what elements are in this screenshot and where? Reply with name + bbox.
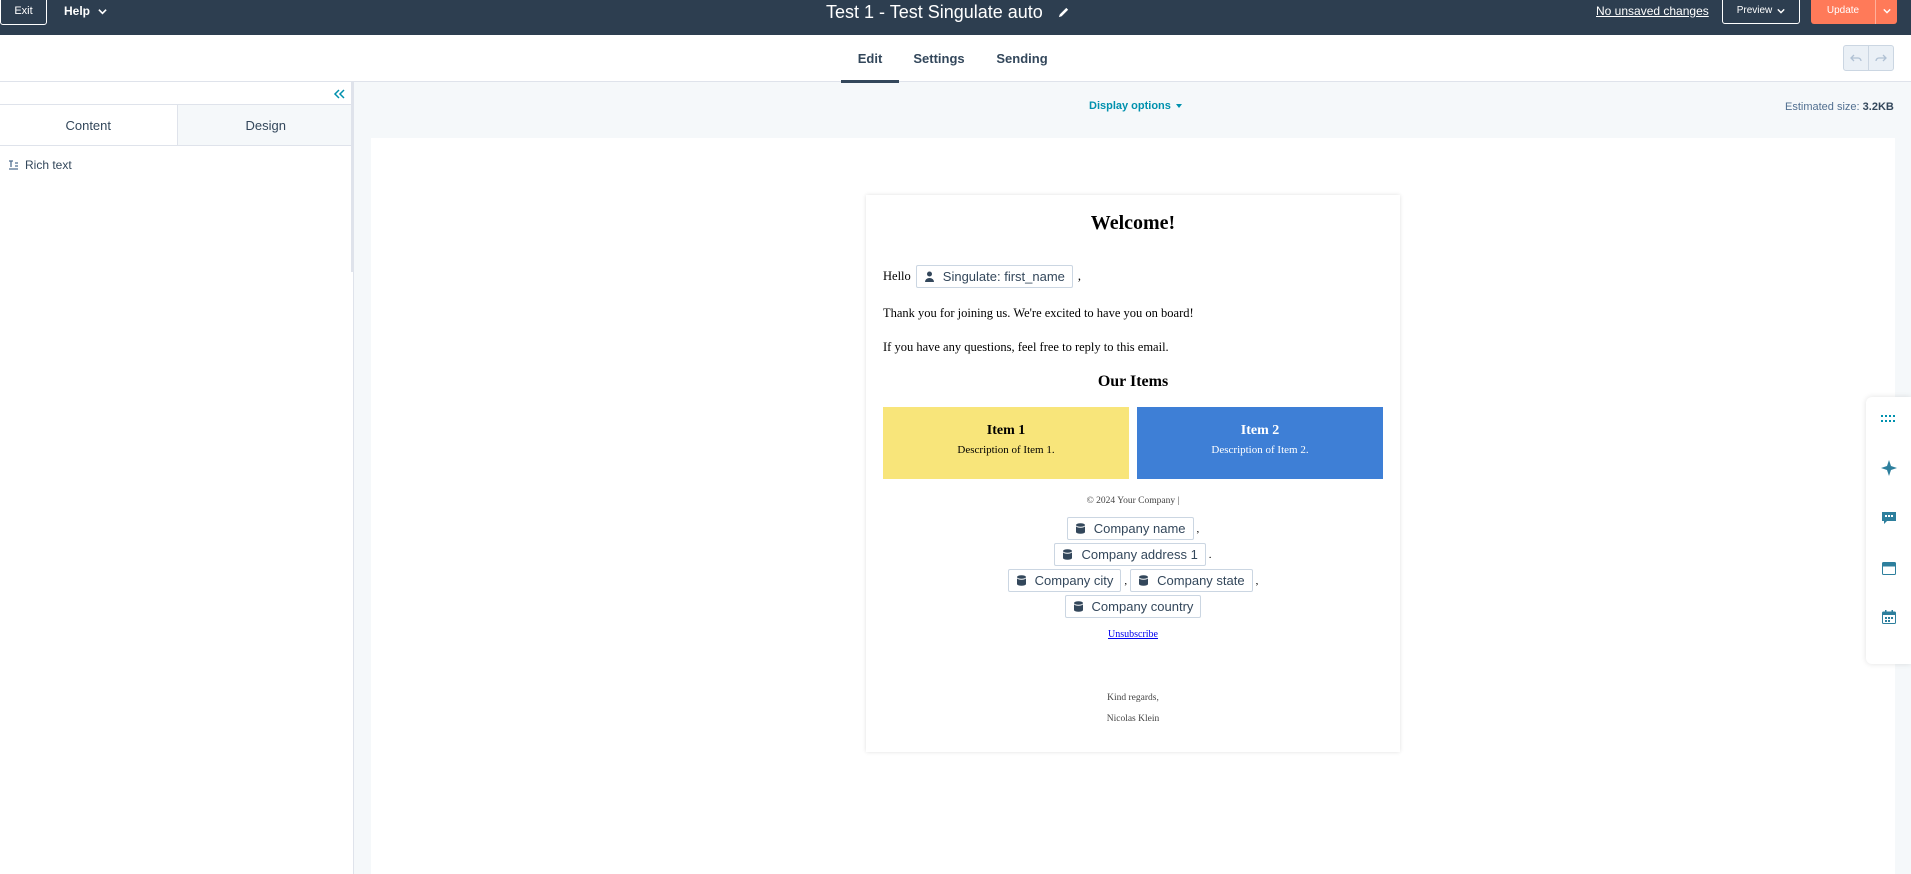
update-button[interactable]: Update [1811,0,1897,24]
preview-label: Preview [1736,5,1773,16]
tab-content[interactable]: Content [0,105,178,145]
email-paragraph-2[interactable]: If you have any questions, feel free to … [883,340,1169,355]
footer-company-name-row: Company name , [866,517,1400,540]
token-label: Company state [1157,573,1245,588]
undo-icon[interactable] [1844,46,1868,70]
top-bar: Exit Help Test 1 - Test Singulate auto N… [0,0,1911,35]
rich-text-icon [9,159,18,170]
tab-edit[interactable]: Edit [841,35,899,83]
tab-settings[interactable]: Settings [908,35,970,82]
signature[interactable]: Nicolas Klein [866,714,1400,724]
separator: . [1208,548,1212,561]
comment-icon[interactable] [1881,510,1897,526]
estimated-size-label: Estimated size: [1785,101,1860,113]
items-heading[interactable]: Our Items [866,373,1400,391]
item-title: Item 2 [1240,423,1280,438]
sign-off[interactable]: Kind regards, [866,693,1400,703]
calendar-icon[interactable] [1881,609,1897,625]
contact-icon [924,271,934,282]
email-heading[interactable]: Welcome! [866,212,1400,235]
caret-down-icon [1175,104,1182,108]
update-dropdown-toggle[interactable] [1875,0,1897,24]
sidebar-scrollbar[interactable] [351,82,354,272]
right-tool-rail [1866,397,1911,664]
module-rich-text[interactable]: Rich text [8,158,72,172]
undo-redo-group [1843,45,1894,71]
unsubscribe-link[interactable]: Unsubscribe [866,629,1400,640]
update-label: Update [1826,5,1860,16]
sparkle-icon[interactable] [1881,460,1897,476]
item-card-1[interactable]: Item 1 Description of Item 1. [883,407,1129,479]
document-title[interactable]: Test 1 - Test Singulate auto [826,0,1070,24]
company-address-token[interactable]: Company address 1 [1054,543,1206,566]
footer-copyright[interactable]: © 2024 Your Company | [866,496,1400,506]
company-city-token[interactable]: Company city [1007,569,1122,592]
module-label: Rich text [25,158,72,172]
personalization-token[interactable]: Singulate: first_name [915,265,1073,288]
token-label: Company country [1091,599,1194,614]
greeting-suffix: , [1077,269,1082,283]
pencil-icon[interactable] [1057,6,1070,19]
panel-tabs: Content Design [0,104,354,146]
collapse-sidebar-icon[interactable] [333,88,345,100]
token-label: Singulate: first_name [942,269,1065,284]
item-description: Description of Item 2. [1211,444,1309,456]
chevron-down-icon [1882,8,1891,14]
database-icon [1139,575,1149,586]
tab-design[interactable]: Design [177,105,354,145]
greeting-text: Hello [883,269,911,283]
database-icon [1063,549,1073,560]
estimated-size-value: 3.2KB [1862,101,1894,113]
separator: , [1255,574,1259,587]
token-label: Company address 1 [1081,547,1198,562]
help-label: Help [64,4,91,18]
help-menu-button[interactable]: Help [64,0,107,22]
separator: , [1196,522,1200,535]
company-name-token[interactable]: Company name [1066,517,1194,540]
chevron-down-icon [1777,8,1785,14]
item-title: Item 1 [986,423,1026,438]
separator: , [1124,574,1128,587]
email-preview[interactable]: Welcome! Hello Singulate: first_name , T… [866,195,1400,752]
grid-icon[interactable] [1881,411,1897,427]
item-description: Description of Item 1. [957,444,1055,456]
database-icon [1016,575,1026,586]
editor-nav: Edit Settings Sending [0,35,1911,83]
display-options-label: Display options [1089,100,1171,112]
exit-button[interactable]: Exit [0,0,47,25]
company-state-token[interactable]: Company state [1130,569,1253,592]
footer-company-location-row: Company city , Company state , [866,569,1400,592]
database-icon [1073,601,1083,612]
display-options-dropdown[interactable]: Display options [1089,100,1182,112]
layout-icon[interactable] [1881,560,1897,576]
email-paragraph-1[interactable]: Thank you for joining us. We're excited … [883,306,1194,321]
company-country-token[interactable]: Company country [1064,595,1202,618]
document-title-text: Test 1 - Test Singulate auto [826,1,1043,22]
database-icon [1075,523,1085,534]
token-label: Company name [1093,521,1186,536]
token-label: Company city [1034,573,1114,588]
footer-company-country-row: Company country [866,595,1400,618]
redo-icon[interactable] [1868,46,1893,70]
tab-sending[interactable]: Sending [990,35,1054,82]
left-sidebar: Content Design Rich text [0,82,354,874]
unsaved-changes-link[interactable]: No unsaved changes [1596,4,1709,18]
greeting-line[interactable]: Hello Singulate: first_name , [883,265,1081,288]
item-card-2[interactable]: Item 2 Description of Item 2. [1137,407,1383,479]
chevron-down-icon [98,8,107,14]
footer-company-address-row: Company address 1 . [866,543,1400,566]
estimated-size: Estimated size: 3.2KB [1785,101,1894,113]
preview-button[interactable]: Preview [1722,0,1800,24]
